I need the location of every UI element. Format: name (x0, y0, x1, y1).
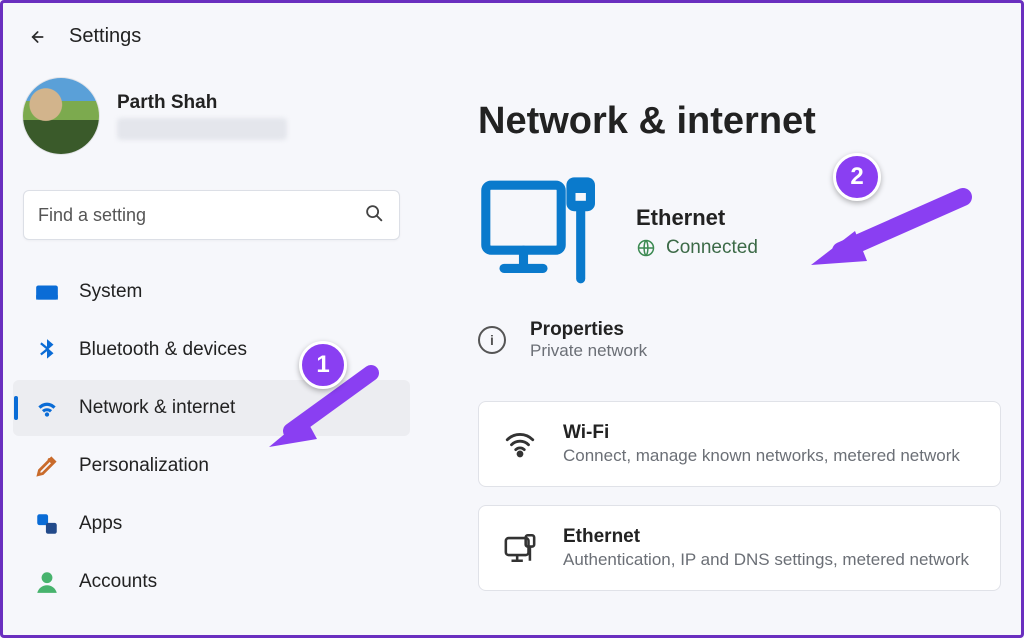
annotation-badge-1: 1 (299, 341, 347, 389)
card-subtitle: Connect, manage known networks, metered … (563, 446, 960, 466)
connection-status: Connected (666, 237, 758, 259)
brush-icon (33, 452, 61, 480)
accounts-icon (33, 568, 61, 596)
back-button[interactable] (25, 26, 47, 48)
properties-row[interactable]: i Properties Private network (478, 319, 1001, 361)
user-email-hidden (117, 118, 287, 140)
sidebar-item-label: Bluetooth & devices (79, 339, 247, 361)
bluetooth-icon (33, 336, 61, 364)
apps-icon (33, 510, 61, 538)
sidebar-item-label: Personalization (79, 455, 209, 477)
user-name: Parth Shah (117, 92, 287, 114)
connection-title: Ethernet (636, 205, 758, 231)
ethernet-monitor-icon (478, 167, 608, 297)
avatar (23, 78, 99, 154)
page-title: Network & internet (478, 100, 1001, 143)
search-box[interactable] (23, 190, 400, 240)
card-subtitle: Authentication, IP and DNS settings, met… (563, 550, 969, 570)
wifi-icon (503, 427, 537, 461)
sidebar-item-label: Network & internet (79, 397, 235, 419)
sidebar-item-apps[interactable]: Apps (13, 496, 410, 552)
ethernet-icon (503, 531, 537, 565)
card-title: Ethernet (563, 526, 969, 548)
sidebar-item-label: Accounts (79, 571, 157, 593)
properties-title: Properties (530, 319, 647, 341)
sidebar: Parth Shah System (3, 58, 418, 610)
wifi-icon (33, 394, 61, 422)
search-input[interactable] (38, 205, 363, 226)
annotation-arrow-2 (793, 179, 973, 279)
globe-icon (636, 238, 656, 258)
card-ethernet[interactable]: Ethernet Authentication, IP and DNS sett… (478, 505, 1001, 591)
properties-subtitle: Private network (530, 341, 647, 361)
header-bar: Settings (3, 3, 1021, 58)
card-title: Wi-Fi (563, 422, 960, 444)
sidebar-item-label: System (79, 281, 142, 303)
network-cards: Wi-Fi Connect, manage known networks, me… (478, 401, 1001, 591)
content-area: Network & internet Ethernet Connected (418, 58, 1021, 610)
info-icon: i (478, 326, 506, 354)
system-icon (33, 278, 61, 306)
annotation-badge-2: 2 (833, 153, 881, 201)
search-icon (363, 202, 385, 229)
user-block[interactable]: Parth Shah (13, 70, 410, 172)
sidebar-item-system[interactable]: System (13, 264, 410, 320)
connection-status-row: Connected (636, 237, 758, 259)
sidebar-item-accounts[interactable]: Accounts (13, 554, 410, 610)
sidebar-item-label: Apps (79, 513, 122, 535)
card-wifi[interactable]: Wi-Fi Connect, manage known networks, me… (478, 401, 1001, 487)
app-title: Settings (69, 25, 141, 48)
